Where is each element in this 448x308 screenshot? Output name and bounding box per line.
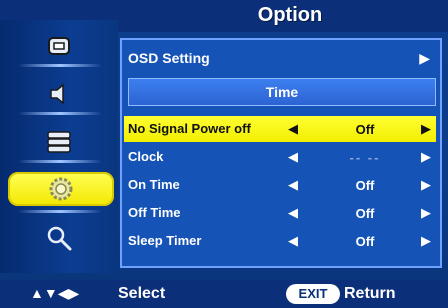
row-value: -- -- xyxy=(349,150,381,165)
row-label: Off Time xyxy=(128,205,181,220)
sidebar-divider xyxy=(18,210,102,213)
gear-icon xyxy=(49,177,73,201)
chevron-right-icon: ▶ xyxy=(419,50,430,66)
nav-arrows-icon: ▲▼◀▶ xyxy=(30,285,80,301)
section-title: Time xyxy=(128,78,436,106)
sidebar-item-setup[interactable] xyxy=(22,124,96,160)
sidebar-item-option[interactable] xyxy=(8,172,114,206)
chevron-right-icon[interactable]: ▶ xyxy=(421,205,431,221)
row-value: Off xyxy=(355,234,375,249)
return-hint: Return xyxy=(344,285,396,302)
chevron-left-icon[interactable]: ◀ xyxy=(288,233,298,249)
select-hint: Select xyxy=(118,285,166,302)
sidebar-item-picture[interactable] xyxy=(22,28,96,64)
row-value: Off xyxy=(355,206,375,221)
osd-setting-row[interactable]: OSD Setting ▶ xyxy=(124,46,438,72)
sidebar-divider xyxy=(18,112,102,115)
row-label: On Time xyxy=(128,177,180,192)
row-label: Sleep Timer xyxy=(128,233,202,248)
row-value: Off xyxy=(355,122,375,137)
osd-setting-label: OSD Setting xyxy=(128,50,210,66)
picture-icon xyxy=(48,37,70,55)
sidebar-divider xyxy=(18,64,102,67)
chevron-right-icon[interactable]: ▶ xyxy=(421,233,431,249)
chevron-left-icon[interactable]: ◀ xyxy=(288,149,298,165)
magnifier-icon xyxy=(47,226,72,251)
speaker-icon xyxy=(50,83,64,105)
settings-list: No Signal Power off ◀ Off ▶ Clock ◀ -- -… xyxy=(124,116,436,256)
layers-icon xyxy=(47,131,71,153)
exit-button[interactable]: EXIT xyxy=(286,284,340,304)
chevron-right-icon[interactable]: ▶ xyxy=(421,149,431,165)
chevron-left-icon[interactable]: ◀ xyxy=(288,121,298,137)
row-sleep-timer[interactable]: Sleep Timer ◀ Off ▶ xyxy=(124,228,436,254)
row-clock[interactable]: Clock ◀ -- -- ▶ xyxy=(124,144,436,170)
sidebar xyxy=(0,20,118,273)
chevron-right-icon[interactable]: ▶ xyxy=(421,121,431,137)
sidebar-item-sound[interactable] xyxy=(22,76,96,112)
tv-screen: Option OSD Setting ▶ Time No Signal Powe… xyxy=(0,0,448,308)
chevron-right-icon[interactable]: ▶ xyxy=(421,177,431,193)
row-label: Clock xyxy=(128,149,164,164)
sidebar-item-search[interactable] xyxy=(22,220,96,256)
sidebar-divider xyxy=(18,160,102,163)
footer-bar: ▲▼◀▶ Select EXIT Return xyxy=(0,280,448,308)
chevron-left-icon[interactable]: ◀ xyxy=(288,205,298,221)
row-value: Off xyxy=(355,178,375,193)
row-off-time[interactable]: Off Time ◀ Off ▶ xyxy=(124,200,436,226)
row-label: No Signal Power off xyxy=(128,121,251,136)
row-on-time[interactable]: On Time ◀ Off ▶ xyxy=(124,172,436,198)
row-no-signal-power-off[interactable]: No Signal Power off ◀ Off ▶ xyxy=(124,116,436,142)
chevron-left-icon[interactable]: ◀ xyxy=(288,177,298,193)
page-title: Option xyxy=(257,4,323,26)
